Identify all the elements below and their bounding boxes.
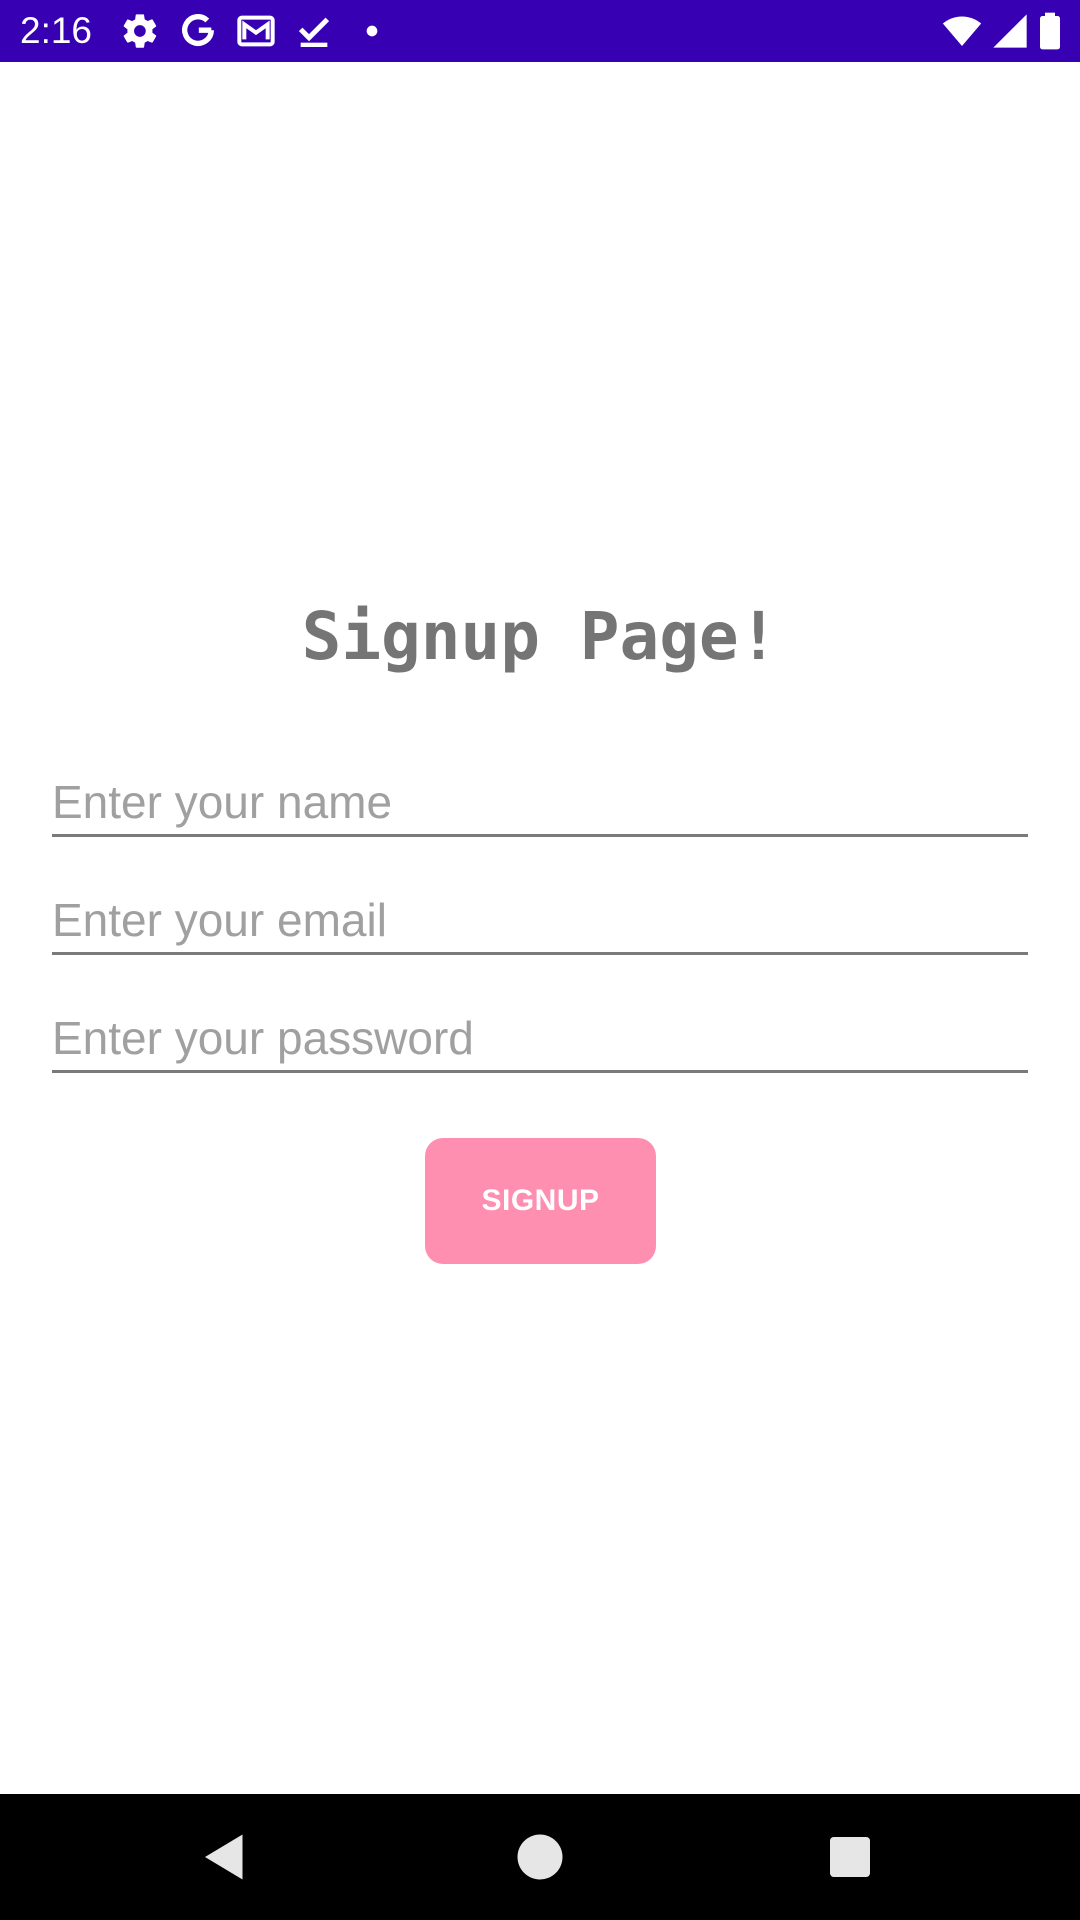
home-icon[interactable] bbox=[510, 1827, 570, 1887]
status-time: 2:16 bbox=[20, 10, 93, 51]
dot-icon bbox=[366, 25, 378, 37]
password-field[interactable] bbox=[52, 1006, 1028, 1073]
google-g-icon bbox=[182, 14, 214, 47]
cell-signal-icon bbox=[993, 14, 1027, 48]
download-done-icon bbox=[298, 17, 330, 47]
back-icon[interactable] bbox=[195, 1827, 255, 1887]
signup-screen: 2:16 Signup Page! Enter your name Enter … bbox=[0, 0, 1080, 1920]
name-field[interactable] bbox=[52, 770, 1028, 837]
navigation-bar bbox=[0, 1794, 1080, 1920]
gmail-icon bbox=[237, 15, 275, 47]
gear-icon bbox=[123, 14, 157, 48]
recents-icon[interactable] bbox=[820, 1827, 880, 1887]
status-bar: 2:16 bbox=[0, 0, 1080, 62]
page-title: Signup Page! bbox=[301, 598, 779, 675]
signup-button[interactable]: SIGNUP bbox=[425, 1138, 656, 1264]
battery-icon bbox=[1040, 12, 1060, 50]
wifi-icon bbox=[942, 16, 982, 46]
email-field[interactable] bbox=[52, 888, 1028, 955]
